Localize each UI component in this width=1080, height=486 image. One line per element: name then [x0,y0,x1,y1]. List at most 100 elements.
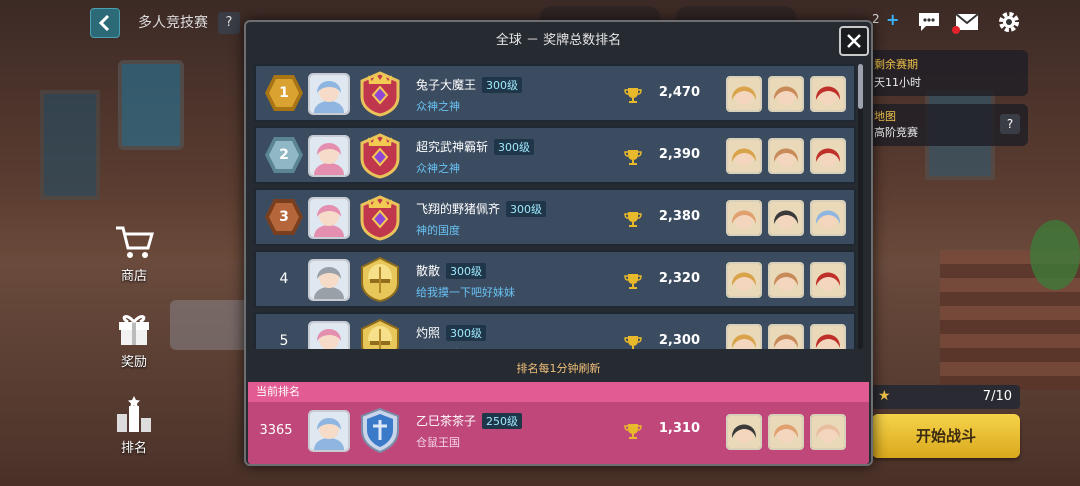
rank-number: 2 [279,147,289,163]
player-avatar[interactable] [308,321,350,349]
team-hero-portrait[interactable] [768,76,804,112]
my-rank-row[interactable]: 3365 乙巳茶茶子 250级 仓鼠王国 1,310 [252,404,865,460]
ranking-list[interactable]: 1 兔子大魔王 300级 众神之神 2,470 2 超究武神霸斩 300级 众神之神 2,390 3… [252,62,857,349]
trophy-icon [624,422,642,440]
player-name: 乙巳茶茶子 [416,414,477,428]
guild-name: 众神之神 [416,162,460,175]
my-rank-panel: 当前排名 3365 乙巳茶茶子 250级 仓鼠王国 1,310 [248,382,869,464]
player-name: 超究武神霸斩 [416,140,489,154]
rewards-label: 奖励 [120,355,147,370]
player-level: 300级 [506,201,547,217]
shop-button[interactable]: 商店 [104,220,164,284]
ranking-row[interactable]: 1 兔子大魔王 300级 众神之神 2,470 [254,64,856,122]
background-screen [40,90,100,200]
chat-button[interactable] [914,7,944,37]
player-name: 散散 [416,264,441,278]
player-name-line: 乙巳茶茶子 250级 [416,412,523,429]
rank-medal: 1 [264,74,304,112]
back-button[interactable] [90,8,120,38]
team-hero-portrait[interactable] [810,324,846,349]
rank-badge-icon [356,406,408,458]
team-hero-portrait[interactable] [726,262,762,298]
player-avatar[interactable] [308,410,350,452]
team-hero-portrait[interactable] [768,138,804,174]
settings-button[interactable] [994,7,1024,37]
player-name-line: 散散 300级 [416,262,487,279]
map-help-button[interactable]: ? [1000,114,1020,134]
close-button[interactable] [839,26,869,56]
rank-medal: 3 [264,198,304,236]
ranking-row[interactable]: 2 超究武神霸斩 300级 众神之神 2,390 [254,126,856,184]
currency-value: 2 [872,12,880,26]
player-name-line: 兔子大魔王 300级 [416,76,523,93]
team-hero-portrait[interactable] [726,414,762,450]
team-hero-portrait[interactable] [810,414,846,450]
progress-count: 7/10 [982,389,1012,404]
team-hero-portrait[interactable] [810,200,846,236]
help-button[interactable]: ? [218,12,240,34]
medal-score: 2,470 [658,85,700,100]
trophy-icon [624,334,642,349]
notification-dot [952,26,960,34]
rank-badge-icon [356,131,408,183]
shop-label: 商店 [120,269,147,284]
ranking-button[interactable]: 排名 [104,392,164,456]
rank-number: 5 [279,333,289,349]
ranking-row[interactable]: 3 飞翔的野猪佩齐 300级 神的国度 2,380 [254,188,856,246]
map-name: 高阶竞赛 [874,126,918,139]
rank-badge-icon [356,193,408,245]
season-title: 剩余赛期 [874,58,918,71]
ranking-modal: 全球 － 奖牌总数排名 1 兔子大魔王 300级 众神之神 2,470 2 超究武神霸斩 30… [244,20,873,466]
page-title: 多人竞技赛 [138,15,208,31]
start-battle-button[interactable]: 开始战斗 [872,414,1020,458]
player-name-line: 飞翔的野猪佩齐 300级 [416,200,547,217]
player-name: 兔子大魔王 [416,78,477,92]
team-hero-portrait[interactable] [768,200,804,236]
season-time: 天11小时 [874,76,921,89]
guild-name: 神的国度 [416,224,460,237]
scrollbar-thumb[interactable] [858,64,863,109]
player-avatar[interactable] [308,259,350,301]
trophy-icon [624,210,642,228]
player-avatar[interactable] [308,197,350,239]
ranking-row[interactable]: 4 散散 300级 给我摸一下吧好妹妹 2,320 [254,250,856,308]
player-name: 灼照 [416,326,441,340]
map-info: 地图 高阶竞赛 ? [868,104,1028,146]
team-hero-portrait[interactable] [726,200,762,236]
podium-icon [110,392,158,436]
background-plant [1030,220,1080,290]
guild-name: 仓鼠王国 [416,436,460,449]
player-name-line: 灼照 300级 [416,324,487,341]
team-hero-portrait[interactable] [768,262,804,298]
guild-name: 众神之神 [416,346,460,349]
team-hero-portrait[interactable] [810,138,846,174]
player-avatar[interactable] [308,135,350,177]
rank-number: 3 [279,209,289,225]
player-level: 250级 [482,413,523,429]
team-hero-portrait[interactable] [726,324,762,349]
ranking-row[interactable]: 5 灼照 300级众神之神 2,300 [254,312,856,349]
rank-badge-icon [356,69,408,121]
chat-bubble-icon [919,13,939,31]
trophy-icon [624,148,642,166]
rewards-button[interactable]: 奖励 [104,306,164,370]
star-icon: ★ [878,388,891,404]
team-hero-portrait[interactable] [726,76,762,112]
add-currency-button[interactable]: + [886,10,899,29]
battle-progress: ★ 7/10 [872,385,1020,409]
team-hero-portrait[interactable] [810,262,846,298]
rank-badge-icon [356,317,408,349]
team-hero-portrait[interactable] [768,324,804,349]
team-hero-portrait[interactable] [768,414,804,450]
team-hero-portrait[interactable] [810,76,846,112]
rank-badge-icon [356,255,408,307]
season-info: 剩余赛期 天11小时 [868,50,1028,96]
team-hero-portrait[interactable] [726,138,762,174]
player-name: 飞翔的野猪佩齐 [416,202,501,216]
rank-medal: 2 [264,136,304,174]
player-level: 300级 [482,77,523,93]
player-avatar[interactable] [308,73,350,115]
gift-icon [110,306,158,350]
player-level: 300级 [446,325,487,341]
chevron-left-icon [98,15,110,31]
